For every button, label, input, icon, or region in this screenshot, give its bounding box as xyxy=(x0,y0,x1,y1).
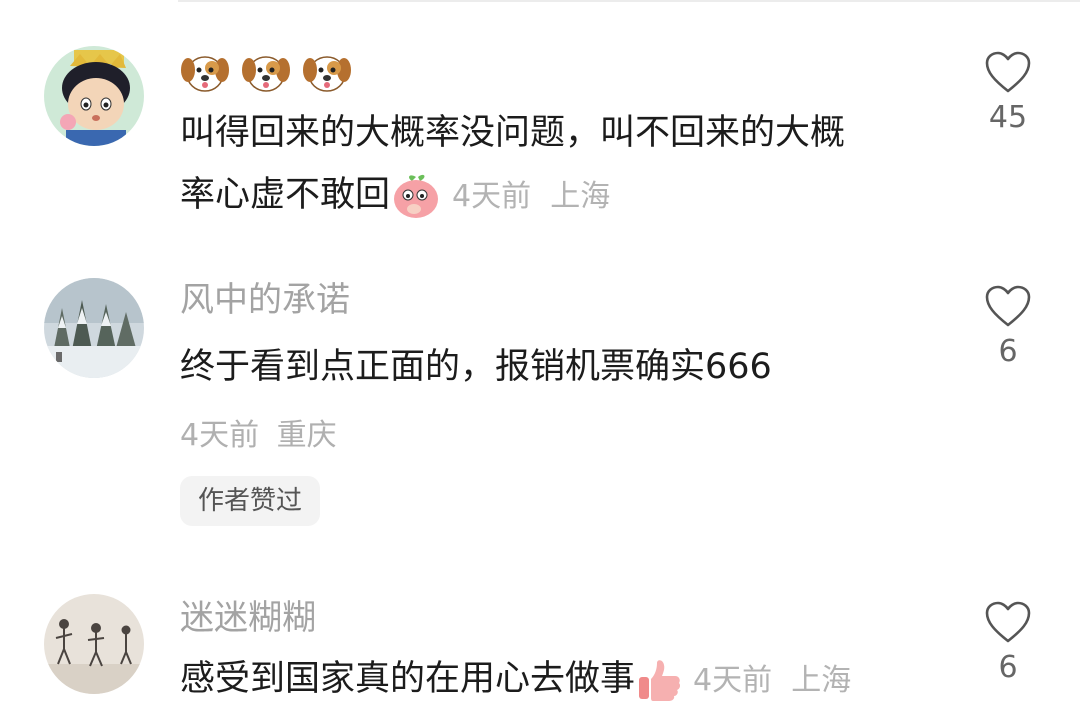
top-divider xyxy=(178,0,1080,2)
comment-location: 上海 xyxy=(791,663,852,698)
comment-location: 上海 xyxy=(550,179,611,214)
comment-time: 4天前 xyxy=(180,418,260,453)
username-emoji[interactable] xyxy=(180,48,940,96)
like-count: 45 xyxy=(988,100,1028,135)
comment-text[interactable]: 终于看到点正面的，报销机票确实666 xyxy=(180,336,940,398)
avatar[interactable] xyxy=(44,46,144,146)
like-button[interactable]: 6 xyxy=(976,600,1040,685)
author-liked-badge: 作者赞过 xyxy=(180,476,321,526)
like-button[interactable]: 45 xyxy=(976,50,1040,135)
dog-face-icon xyxy=(180,50,230,94)
comment-text-part: 感受到国家真的在用心去做事 xyxy=(180,659,636,699)
comment-time: 4天前 xyxy=(452,179,532,214)
comment-text-part: 率心虚不敢回 xyxy=(180,175,391,215)
username[interactable]: 迷迷糊糊 xyxy=(180,596,940,640)
dog-face-icon xyxy=(241,50,291,94)
like-button[interactable]: 6 xyxy=(976,284,1040,369)
heart-outline-icon xyxy=(985,601,1031,643)
heart-outline-icon xyxy=(985,285,1031,327)
like-count: 6 xyxy=(998,650,1018,685)
peach-face-icon xyxy=(390,171,442,221)
snowy-forest-avatar xyxy=(44,278,144,378)
thumbs-up-icon xyxy=(635,657,683,703)
dog-face-icon xyxy=(302,50,352,94)
username[interactable]: 风中的承诺 xyxy=(180,278,940,322)
like-count: 6 xyxy=(998,334,1018,369)
comment-text[interactable]: 叫得回来的大概率没问题，叫不回来的大概 率心虚不敢回 4天前 上海 xyxy=(180,102,940,228)
figurines-avatar xyxy=(44,594,144,694)
comment-text-line: 率心虚不敢回 4天前 上海 xyxy=(180,164,940,228)
comment-time: 4天前 xyxy=(693,663,773,698)
comment-meta: 4天前 重庆 xyxy=(180,410,940,454)
heart-outline-icon xyxy=(985,51,1031,93)
avatar[interactable] xyxy=(44,594,144,694)
avatar[interactable] xyxy=(44,278,144,378)
comment-text-line: 叫得回来的大概率没问题，叫不回来的大概 xyxy=(180,113,846,153)
comment-text[interactable]: 感受到国家真的在用心去做事 4天前 上海 xyxy=(180,648,940,712)
comment-location: 重庆 xyxy=(276,418,337,453)
cartoon-boy-avatar xyxy=(44,46,144,146)
